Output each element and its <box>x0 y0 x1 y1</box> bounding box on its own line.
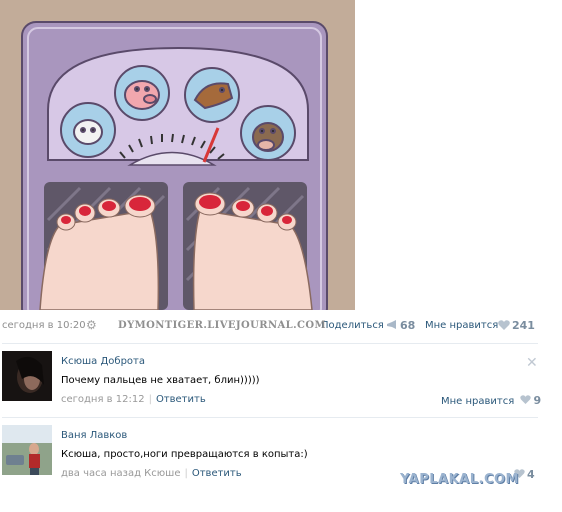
divider <box>2 343 538 344</box>
like-button[interactable]: Мне нравится <box>425 320 498 331</box>
separator: | <box>148 394 152 405</box>
comment-author[interactable]: Ваня Лавков <box>61 430 127 441</box>
comment-like-count: 4 <box>527 468 535 481</box>
comment-like-label[interactable]: Мне нравится <box>441 396 514 407</box>
image-watermark: DYMONTIGER.LIVEJOURNAL.COM <box>118 320 326 331</box>
gear-icon[interactable]: ⚙ <box>86 319 98 331</box>
comment-meta: два часа назад Ксюше | Ответить <box>61 468 242 479</box>
heart-icon[interactable] <box>498 320 510 330</box>
bathroom-scale-illustration <box>21 21 328 310</box>
like-count: 241 <box>512 319 535 332</box>
avatar[interactable] <box>2 351 52 401</box>
comment-text: Ксюша, просто,ноги превращаются в копыта… <box>61 449 308 460</box>
post-time[interactable]: сегодня в 10:20 <box>2 320 86 331</box>
pig-circle <box>114 65 170 121</box>
comment-text: Почему пальцев не хватает, блин))))) <box>61 375 260 386</box>
heart-icon[interactable] <box>520 395 532 404</box>
comment-time[interactable]: сегодня в 12:12 <box>61 394 145 405</box>
comment-author[interactable]: Ксюша Доброта <box>61 356 145 367</box>
separator: | <box>184 468 188 479</box>
avatar[interactable] <box>2 425 52 475</box>
reply-button[interactable]: Ответить <box>192 468 242 479</box>
comment-like-count: 9 <box>533 394 542 407</box>
horse-circle <box>184 67 240 123</box>
comment-meta: сегодня в 12:12 | Ответить <box>61 394 206 405</box>
close-icon[interactable]: ✕ <box>526 355 538 371</box>
cow-circle <box>60 102 116 158</box>
comment-time[interactable]: два часа назад Ксюше <box>61 468 180 479</box>
reply-button[interactable]: Ответить <box>156 394 206 405</box>
megaphone-icon[interactable] <box>386 320 398 330</box>
post-image[interactable] <box>0 0 355 310</box>
comment-like[interactable]: Мне нравится 9 <box>441 394 541 407</box>
share-button[interactable]: Поделиться <box>321 320 384 331</box>
site-watermark: YAPLAKAL.COM <box>400 472 519 487</box>
bull-circle <box>240 105 296 161</box>
divider <box>2 417 538 418</box>
share-count: 68 <box>400 319 416 332</box>
